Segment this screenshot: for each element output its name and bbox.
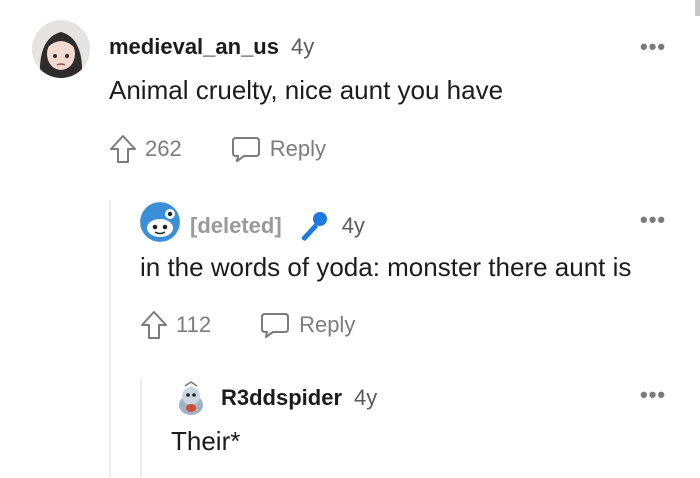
more-options-icon[interactable]: ••• (640, 209, 666, 231)
anime-girl-avatar[interactable] (32, 20, 90, 78)
upvote-count: 262 (145, 136, 182, 161)
thread-line-level-1[interactable] (109, 200, 111, 478)
comment-body: Animal cruelty, nice aunt you have (109, 75, 504, 105)
scrollbar-thumb[interactable] (695, 0, 700, 16)
username: [deleted] (190, 213, 282, 238)
comment-age: 4y (354, 385, 378, 410)
comment-age: 4y (290, 34, 315, 59)
upvote-count: 112 (176, 312, 212, 337)
more-options-icon[interactable]: ••• (640, 36, 666, 58)
microphone-icon (296, 209, 330, 243)
upvote-arrow-icon (141, 311, 167, 339)
upvote-arrow-icon (110, 135, 136, 163)
reply-bubble-icon (231, 137, 260, 162)
comment-body: in the words of yoda: monster there aunt… (140, 252, 632, 282)
thread-line-level-2[interactable] (140, 378, 142, 478)
username[interactable]: medieval_an_us (109, 34, 279, 60)
username[interactable]: R3ddspider (221, 385, 342, 411)
reply-label: Reply (299, 312, 356, 337)
comment-age: 4y (341, 213, 365, 238)
upvote-button[interactable]: 262 (109, 134, 182, 164)
more-options-icon[interactable]: ••• (640, 384, 666, 406)
reply-button[interactable]: Reply (230, 135, 326, 163)
reply-button[interactable]: Reply (259, 311, 355, 339)
upvote-button[interactable]: 112 (140, 310, 211, 340)
reddit-snoo-avatar[interactable] (140, 202, 180, 242)
reply-label: Reply (269, 136, 326, 161)
spider-snoo-avatar[interactable] (171, 378, 211, 418)
reply-bubble-icon (261, 313, 290, 338)
comment-body: Their* (171, 426, 241, 456)
